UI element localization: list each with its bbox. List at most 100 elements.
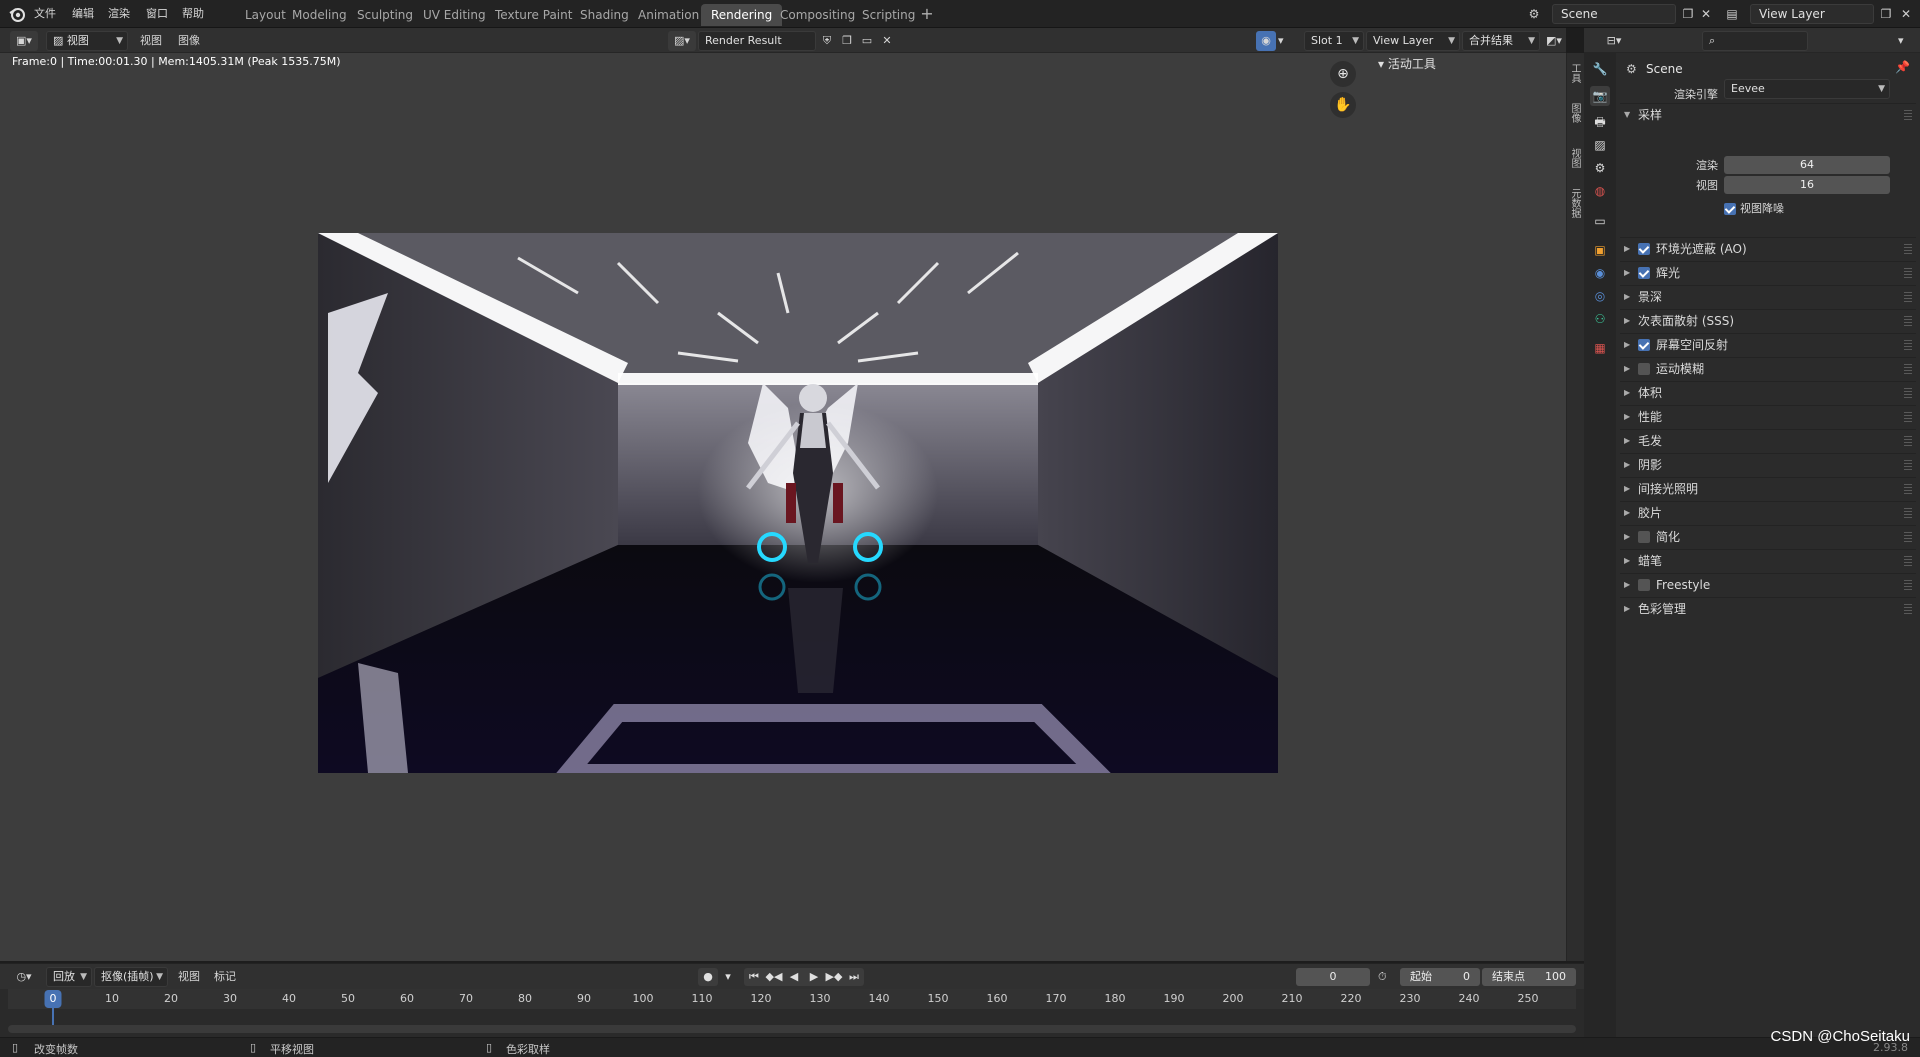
sidebar-tab-view[interactable]: 视图 — [1569, 148, 1582, 168]
drag-grip-icon[interactable] — [1904, 340, 1912, 350]
drag-grip-icon[interactable] — [1904, 268, 1912, 278]
menu-file[interactable]: 文件 — [34, 5, 56, 23]
object-tab-icon[interactable]: ▣ — [1590, 240, 1610, 260]
end-frame-field[interactable]: 结束点 100 — [1482, 968, 1576, 986]
properties-options-icon[interactable]: ▾ — [1898, 31, 1904, 51]
timeline-menu-view[interactable]: 视图 — [178, 967, 200, 987]
drag-grip-icon[interactable] — [1904, 532, 1912, 542]
pan-hand-icon[interactable]: ✋ — [1330, 92, 1356, 118]
display-channels-icon[interactable]: ◩▾ — [1546, 31, 1562, 51]
close-view-layer-icon[interactable]: ✕ — [1896, 4, 1916, 24]
zoom-icon[interactable]: ⊕ — [1330, 61, 1356, 87]
texture-tab-icon[interactable]: ▦ — [1590, 338, 1610, 358]
active-tool-panel-title[interactable]: ▾ 活动工具 — [1378, 55, 1436, 72]
panel-enable-checkbox[interactable] — [1638, 363, 1650, 375]
frame-ruler[interactable]: 0 10 20 30 40 50 60 70 80 90 100 110 120 130 140 150 160… — [8, 989, 1576, 1029]
current-frame-field[interactable]: 0 — [1296, 968, 1370, 986]
menu-image[interactable]: 图像 — [178, 31, 200, 51]
play-icon[interactable]: ▶ — [804, 968, 824, 986]
play-reverse-icon[interactable]: ◀ — [784, 968, 804, 986]
sidebar-tab-metadata[interactable]: 元数据 — [1569, 188, 1582, 218]
drag-grip-icon[interactable] — [1904, 556, 1912, 566]
panel-row[interactable]: ▶ 毛发 — [1624, 431, 1912, 451]
new-view-layer-icon[interactable]: ❐ — [1876, 4, 1896, 24]
keying-options-icon[interactable]: ▾ — [718, 968, 738, 986]
menu-window[interactable]: 窗口 — [146, 5, 168, 23]
panel-row[interactable]: ▶ 次表面散射 (SSS) — [1624, 311, 1912, 331]
add-workspace-button[interactable]: + — [918, 5, 936, 23]
panel-row[interactable]: ▶ 性能 — [1624, 407, 1912, 427]
drag-grip-icon[interactable] — [1904, 244, 1912, 254]
preview-range-icon[interactable]: ⏱ — [1378, 967, 1387, 987]
modifier-tab-icon[interactable]: ◉ — [1590, 263, 1610, 283]
panel-row[interactable]: ▶ 间接光照明 — [1624, 479, 1912, 499]
jump-end-icon[interactable]: ⏭ — [844, 968, 864, 986]
panel-row[interactable]: ▶ 体积 — [1624, 383, 1912, 403]
drag-grip-icon[interactable] — [1904, 364, 1912, 374]
unlink-image-icon[interactable]: ✕ — [878, 31, 896, 51]
keying-dropdown[interactable]: 抠像(插帧) ▼ — [94, 967, 168, 987]
render-engine-dropdown[interactable]: Eevee ▼ — [1724, 79, 1890, 99]
view-layer-tab-icon[interactable]: ▨ — [1590, 135, 1610, 155]
viewport-denoise-checkbox[interactable] — [1724, 203, 1736, 215]
timeline-area[interactable]: 0 10 20 30 40 50 60 70 80 90 100 110 120 130 140 150 160… — [0, 989, 1584, 1037]
drag-grip-icon[interactable] — [1904, 604, 1912, 614]
drag-grip-icon[interactable] — [1904, 412, 1912, 422]
gizmo-dropdown-icon[interactable]: ▾ — [1278, 31, 1284, 51]
panel-row[interactable]: ▶ 屏幕空间反射 — [1624, 335, 1912, 355]
scene-icon[interactable]: ⚙ — [1524, 4, 1544, 24]
output-tab-icon[interactable]: 🖶 — [1590, 112, 1610, 132]
drag-grip-icon[interactable] — [1904, 110, 1912, 120]
panel-row[interactable]: ▶ 简化 — [1624, 527, 1912, 547]
sidebar-tab-tool[interactable]: 工具 — [1569, 63, 1582, 83]
panel-enable-checkbox[interactable] — [1638, 267, 1650, 279]
collection-tab-icon[interactable]: ▭ — [1590, 211, 1610, 231]
drag-grip-icon[interactable] — [1904, 436, 1912, 446]
drag-grip-icon[interactable] — [1904, 316, 1912, 326]
panel-enable-checkbox[interactable] — [1638, 339, 1650, 351]
panel-enable-checkbox[interactable] — [1638, 531, 1650, 543]
panel-enable-checkbox[interactable] — [1638, 579, 1650, 591]
playhead[interactable]: 0 — [44, 990, 62, 1008]
render-samples-field[interactable]: 64 — [1724, 156, 1890, 174]
close-scene-icon[interactable]: ✕ — [1696, 4, 1716, 24]
new-image-icon[interactable]: ❐ — [838, 31, 856, 51]
jump-start-icon[interactable]: ⏮ — [744, 968, 764, 986]
panel-row[interactable]: ▶ Freestyle — [1624, 575, 1912, 595]
gizmo-toggle-icon[interactable]: ◉ — [1256, 31, 1276, 51]
properties-editor-type-icon[interactable]: ⊟▾ — [1600, 31, 1628, 51]
panel-row[interactable]: ▶ 环境光遮蔽 (AO) — [1624, 239, 1912, 259]
view-layer-dropdown[interactable]: View Layer ▼ — [1366, 31, 1460, 51]
tab-uv-editing[interactable]: UV Editing — [413, 4, 496, 26]
menu-render[interactable]: 渲染 — [108, 5, 130, 23]
menu-view[interactable]: 视图 — [140, 31, 162, 51]
viewport-denoise-row[interactable]: 视图降噪 — [1724, 199, 1894, 219]
panel-sampling[interactable]: ▼ 采样 — [1624, 105, 1912, 125]
panel-row[interactable]: ▶ 蜡笔 — [1624, 551, 1912, 571]
properties-search-field[interactable]: ⌕ — [1702, 31, 1808, 51]
tab-animation[interactable]: Animation — [628, 4, 709, 26]
tab-sculpting[interactable]: Sculpting — [347, 4, 423, 26]
editor-type-icon[interactable]: ▣▾ — [10, 31, 38, 51]
view-layer-icon[interactable]: ▤ — [1722, 4, 1742, 24]
slot-dropdown[interactable]: Slot 1 ▼ — [1304, 31, 1364, 51]
blender-logo-icon[interactable] — [8, 5, 26, 23]
drag-grip-icon[interactable] — [1904, 508, 1912, 518]
pin-icon[interactable]: 📌 — [1895, 60, 1910, 74]
timeline-scrollbar[interactable] — [8, 1025, 1576, 1033]
sidebar-tab-image[interactable]: 图像 — [1569, 103, 1582, 123]
fake-user-shield-icon[interactable]: ⛨ — [818, 31, 836, 51]
drag-grip-icon[interactable] — [1904, 460, 1912, 470]
tab-modeling[interactable]: Modeling — [282, 4, 357, 26]
tab-compositing[interactable]: Compositing — [770, 4, 865, 26]
panel-row[interactable]: ▶ 景深 — [1624, 287, 1912, 307]
timeline-editor-type-icon[interactable]: ◷▾ — [10, 967, 38, 987]
menu-edit[interactable]: 编辑 — [72, 5, 94, 23]
panel-row[interactable]: ▶ 胶片 — [1624, 503, 1912, 523]
panel-row[interactable]: ▶ 运动模糊 — [1624, 359, 1912, 379]
object-data-tab-icon[interactable]: ⚇ — [1590, 309, 1610, 329]
drag-grip-icon[interactable] — [1904, 292, 1912, 302]
render-tab-icon[interactable]: 📷 — [1590, 86, 1610, 106]
prev-keyframe-icon[interactable]: ◆◀ — [764, 968, 784, 986]
playback-dropdown[interactable]: 回放 ▼ — [46, 967, 92, 987]
